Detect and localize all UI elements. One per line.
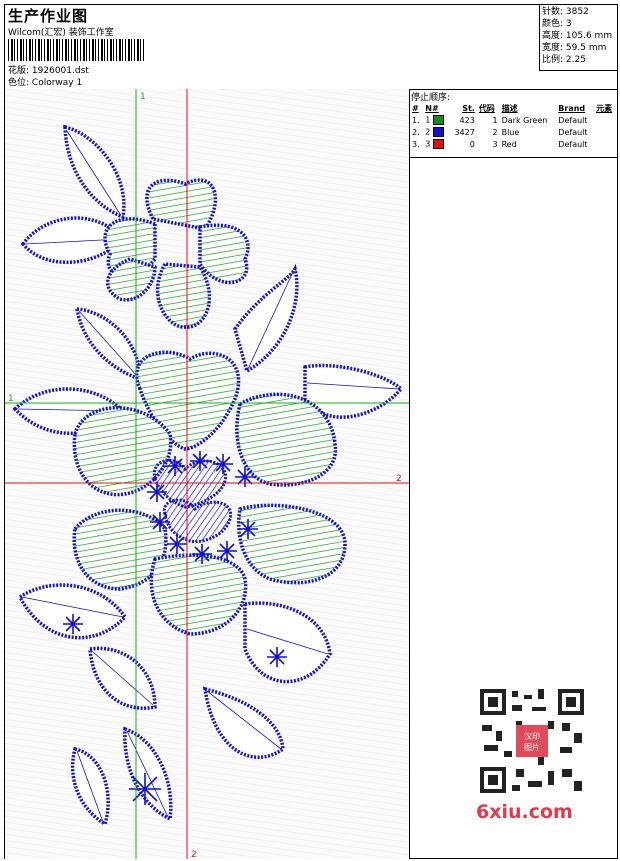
stop-sequence-title: 停止顺序:: [411, 93, 451, 103]
stats-box: 针数: 3852 颜色: 3 高度: 105.6 mm 宽度: 59.5 mm …: [539, 5, 617, 71]
watermark-text: 6xiu.com: [476, 801, 573, 823]
marker-bottom: 2: [191, 850, 197, 859]
row-code: 1: [492, 115, 498, 125]
row-needle: 3: [423, 138, 449, 150]
stat-width: 宽度: 59.5 mm: [542, 43, 607, 53]
row-stitches: 423: [459, 115, 475, 125]
barcode: [8, 39, 146, 61]
row-description: Red: [501, 139, 517, 149]
marker-right: 2: [396, 474, 402, 484]
top-flower: [103, 178, 250, 329]
row-element: [594, 126, 617, 138]
row-needle: 1: [423, 114, 449, 126]
row-brand: Default: [558, 115, 588, 125]
marker-left: 1: [8, 394, 14, 404]
row-element: [594, 138, 617, 150]
color-swatch: [432, 115, 444, 125]
row-stitches: 0: [469, 139, 475, 149]
color-row: 3. 3 0 3 Red Default: [410, 138, 617, 150]
colorway-line: 色位: Colorway 1: [8, 75, 82, 88]
row-code: 2: [492, 127, 498, 137]
sheet-title: 生产作业图: [8, 7, 89, 25]
row-element: [594, 114, 617, 126]
row-needle: 2: [423, 126, 449, 138]
colorway-label: 色位:: [8, 78, 30, 88]
center-flower-hearts: [152, 458, 233, 544]
company-name: Wilcom(汇宏) 装饰工作室: [8, 28, 114, 38]
color-swatch: [432, 127, 444, 137]
sheet-header: 生产作业图 Wilcom(汇宏) 装饰工作室 花版: 1926001.dst 色…: [5, 5, 617, 90]
color-row: 2. 2 3427 2 Blue Default: [410, 126, 617, 138]
row-brand: Default: [558, 127, 588, 137]
row-needle-number: 2: [425, 127, 431, 137]
stat-scale: 比例: 2.25: [542, 55, 586, 65]
svg-text:汉印: 汉印: [524, 732, 540, 741]
stat-stitches: 针数: 3852: [542, 7, 589, 17]
color-swatch: [432, 139, 444, 149]
stop-sequence-panel: 停止顺序: # N# St. 代码 描述 Brand 元素 1. 1 423 1 Da…: [410, 89, 617, 859]
row-index: 1.: [412, 115, 420, 125]
qr-code: 汉印 图片: [476, 685, 588, 797]
row-needle-number: 3: [425, 139, 431, 149]
row-description: Blue: [501, 127, 520, 137]
color-row: 1. 1 423 1 Dark Green Default: [410, 114, 617, 126]
row-index: 3.: [412, 139, 420, 149]
row-needle-number: 1: [425, 115, 431, 125]
production-sheet: 生产作业图 Wilcom(汇宏) 装饰工作室 花版: 1926001.dst 色…: [4, 4, 618, 859]
color-table-header: # N# St. 代码 描述 Brand 元素: [412, 104, 613, 113]
stat-height: 高度: 105.6 mm: [542, 31, 613, 41]
embroidery-design: 1 1 2 2: [5, 89, 409, 859]
row-description: Dark Green: [501, 115, 548, 125]
row-stitches: 3427: [454, 127, 475, 137]
qr-code-graphic: 汉印 图片: [476, 685, 588, 797]
colorway-value: Colorway 1: [31, 78, 83, 88]
svg-text:图片: 图片: [524, 742, 540, 752]
stat-colors: 颜色: 3: [542, 19, 572, 29]
color-table: # N# St. 代码 描述 Brand 元素 1. 1 423 1 Dark Gre…: [410, 103, 617, 150]
marker-top: 1: [140, 92, 146, 102]
embroidery-design-canvas: 1 1 2 2: [5, 89, 410, 859]
row-code: 3: [492, 139, 498, 149]
row-index: 2.: [412, 127, 420, 137]
row-brand: Default: [558, 139, 588, 149]
panel-divider: [410, 157, 617, 158]
